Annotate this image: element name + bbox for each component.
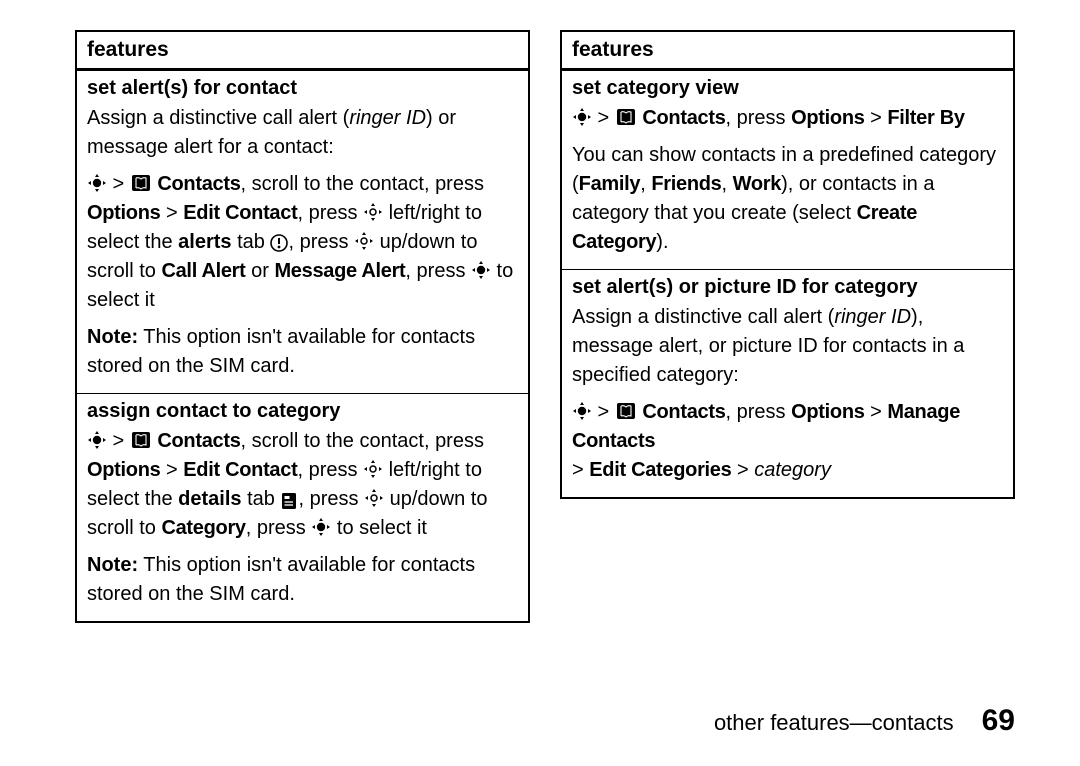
contacts-icon: [130, 430, 152, 450]
center-key-icon: [572, 401, 592, 421]
nav-key-icon: [364, 488, 384, 508]
section-title: assign contact to category: [87, 400, 518, 423]
manual-page: features set alert(s) for contact Assign…: [0, 0, 1080, 766]
features-table-left: features set alert(s) for contact Assign…: [75, 30, 530, 623]
features-table-right: features set category view > Contacts, p…: [560, 30, 1015, 499]
right-column: features set category view > Contacts, p…: [560, 30, 1015, 623]
navigation-steps: > Contacts, scroll to the contact, press…: [87, 427, 518, 543]
nav-key-icon: [354, 231, 374, 251]
contacts-icon: [615, 107, 637, 127]
description-text: You can show contacts in a predefined ca…: [572, 141, 1003, 257]
center-key-icon: [311, 517, 331, 537]
alerts-tab-icon: [270, 234, 288, 252]
center-key-icon: [87, 430, 107, 450]
note-text: Note: This option isn't available for co…: [87, 323, 518, 381]
section-assign-category: assign contact to category > Contacts, s…: [77, 394, 528, 621]
section-set-category-view: set category view > Contacts, press Opti…: [562, 71, 1013, 270]
section-title: set alert(s) for contact: [87, 77, 518, 100]
two-column-layout: features set alert(s) for contact Assign…: [75, 30, 1015, 623]
section-set-alerts-category: set alert(s) or picture ID for category …: [562, 270, 1013, 497]
section-body: Assign a distinctive call alert (ringer …: [572, 303, 1003, 485]
table-header: features: [562, 32, 1013, 71]
table-header: features: [77, 32, 528, 71]
center-key-icon: [471, 260, 491, 280]
navigation-steps: > Contacts, press Options > Manage Conta…: [572, 398, 1003, 485]
page-footer: other features—contacts 69: [714, 704, 1015, 738]
page-number: 69: [982, 704, 1015, 738]
section-body: > Contacts, press Options > Filter By Yo…: [572, 104, 1003, 257]
center-key-icon: [87, 173, 107, 193]
section-title: set alert(s) or picture ID for category: [572, 276, 1003, 299]
nav-key-icon: [363, 459, 383, 479]
navigation-steps: > Contacts, scroll to the contact, press…: [87, 170, 518, 315]
nav-key-icon: [363, 202, 383, 222]
section-body: Assign a distinctive call alert (ringer …: [87, 104, 518, 381]
navigation-steps: > Contacts, press Options > Filter By: [572, 104, 1003, 133]
section-set-alerts-contact: set alert(s) for contact Assign a distin…: [77, 71, 528, 394]
details-tab-icon: [280, 491, 298, 509]
contacts-icon: [615, 401, 637, 421]
contacts-icon: [130, 173, 152, 193]
footer-label: other features—contacts: [714, 710, 954, 736]
note-text: Note: This option isn't available for co…: [87, 551, 518, 609]
center-key-icon: [572, 107, 592, 127]
section-title: set category view: [572, 77, 1003, 100]
intro-text: Assign a distinctive call alert (ringer …: [572, 303, 1003, 390]
section-body: > Contacts, scroll to the contact, press…: [87, 427, 518, 609]
intro-text: Assign a distinctive call alert (ringer …: [87, 104, 518, 162]
left-column: features set alert(s) for contact Assign…: [75, 30, 530, 623]
